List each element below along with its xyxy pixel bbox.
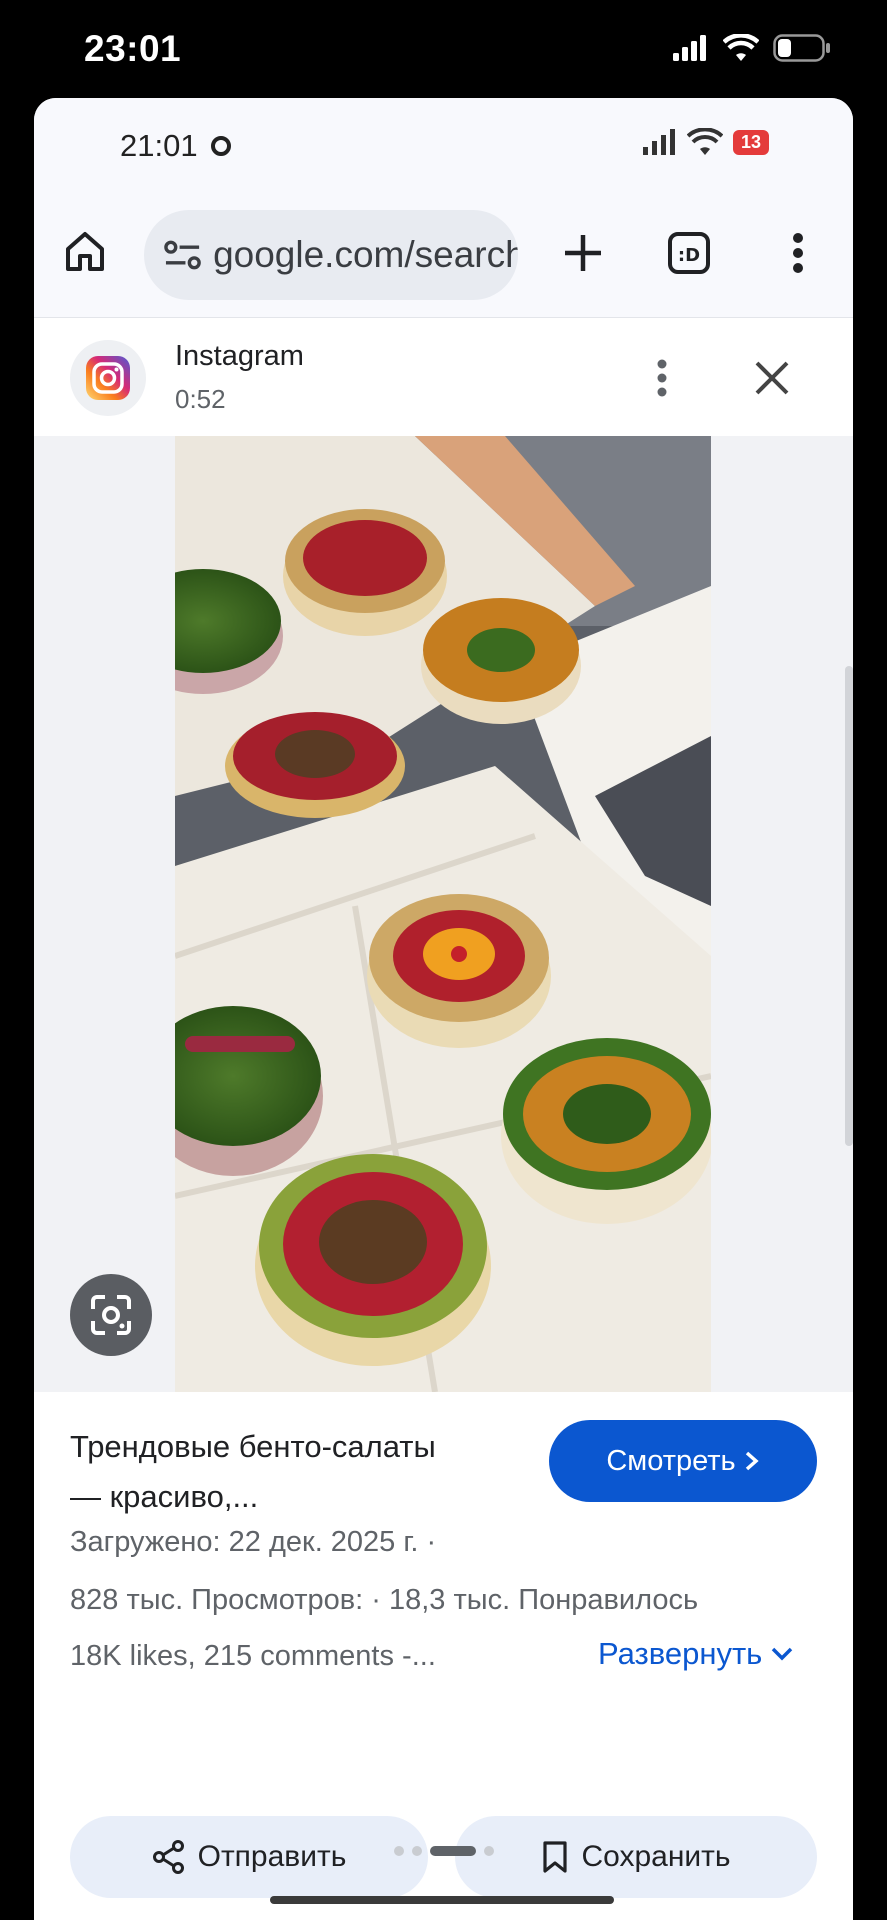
address-bar[interactable]: google.com/search bbox=[144, 210, 518, 300]
page-indicator bbox=[34, 1846, 853, 1856]
android-status-bar: 21:01 13 bbox=[34, 98, 853, 188]
chevron-right-icon bbox=[745, 1451, 759, 1471]
result-info: Трендовые бенто-салаты — красиво,... Смо… bbox=[34, 1392, 853, 1920]
expand-button[interactable]: Развернуть bbox=[598, 1636, 794, 1672]
video-thumbnail[interactable] bbox=[175, 436, 711, 1392]
save-button[interactable]: Сохранить bbox=[455, 1816, 817, 1898]
more-vert-icon bbox=[793, 233, 803, 273]
plus-icon bbox=[565, 235, 601, 271]
page-dot bbox=[393, 1846, 404, 1856]
url-text: google.com/search bbox=[213, 234, 518, 275]
page-dot bbox=[483, 1846, 494, 1856]
source-name: Instagram bbox=[175, 340, 304, 372]
tab-switcher-button[interactable]: :D bbox=[662, 226, 716, 280]
browser-menu-button[interactable] bbox=[771, 226, 825, 280]
share-button[interactable]: Отправить bbox=[70, 1816, 428, 1898]
phone-screen: 21:01 13 google.com/search:D Instagram … bbox=[34, 98, 853, 1920]
description-snippet: 18K likes, 215 comments -... bbox=[70, 1640, 436, 1672]
browser-toolbar: google.com/search :D bbox=[34, 188, 853, 318]
chevron-down-icon bbox=[772, 1647, 793, 1661]
expand-label: Развернуть bbox=[598, 1636, 763, 1671]
wifi-icon bbox=[686, 128, 723, 155]
upload-date: Загружено: 22 дек. 2025 г. · bbox=[70, 1526, 437, 1558]
battery-icon bbox=[773, 34, 830, 62]
home-icon bbox=[66, 232, 104, 271]
site-settings-icon[interactable] bbox=[164, 239, 201, 271]
video-duration: 0:52 bbox=[175, 384, 226, 414]
ios-clock: 23:01 bbox=[84, 28, 182, 69]
notification-dot-icon bbox=[210, 136, 231, 156]
close-icon bbox=[755, 361, 789, 395]
tab-switcher-icon: :D bbox=[668, 232, 710, 274]
google-lens-button[interactable] bbox=[70, 1274, 152, 1356]
watch-button[interactable]: Смотреть bbox=[549, 1420, 817, 1502]
signal-icon bbox=[642, 129, 675, 155]
home-indicator[interactable] bbox=[270, 1896, 614, 1904]
result-panel-header: Instagram 0:52 bbox=[34, 318, 853, 436]
home-button[interactable] bbox=[60, 226, 110, 276]
panel-menu-button[interactable] bbox=[636, 352, 688, 404]
lens-icon bbox=[91, 1295, 131, 1335]
instagram-logo bbox=[70, 340, 146, 416]
page-dot bbox=[411, 1846, 422, 1856]
close-button[interactable] bbox=[746, 352, 798, 404]
new-tab-button[interactable] bbox=[556, 226, 610, 280]
svg-text::D: :D bbox=[678, 245, 700, 266]
android-clock: 21:01 bbox=[120, 128, 198, 163]
cellular-signal-icon bbox=[673, 35, 706, 61]
wifi-icon bbox=[723, 34, 759, 61]
more-vert-icon bbox=[657, 359, 667, 397]
ios-status-bar: 23:01 bbox=[0, 0, 887, 98]
video-title[interactable]: Трендовые бенто-салаты — красиво,... bbox=[70, 1422, 440, 1522]
scrollbar[interactable] bbox=[845, 666, 853, 1146]
page-dot-active bbox=[429, 1846, 476, 1856]
video-stats: 828 тыс. Просмотров: · 18,3 тыс. Понрави… bbox=[70, 1584, 699, 1616]
media-area bbox=[34, 436, 853, 1392]
battery-level-badge: 13 bbox=[732, 129, 769, 155]
instagram-icon bbox=[86, 356, 130, 400]
bento-salads-photo bbox=[175, 436, 711, 1392]
watch-button-label: Смотреть bbox=[606, 1444, 736, 1477]
